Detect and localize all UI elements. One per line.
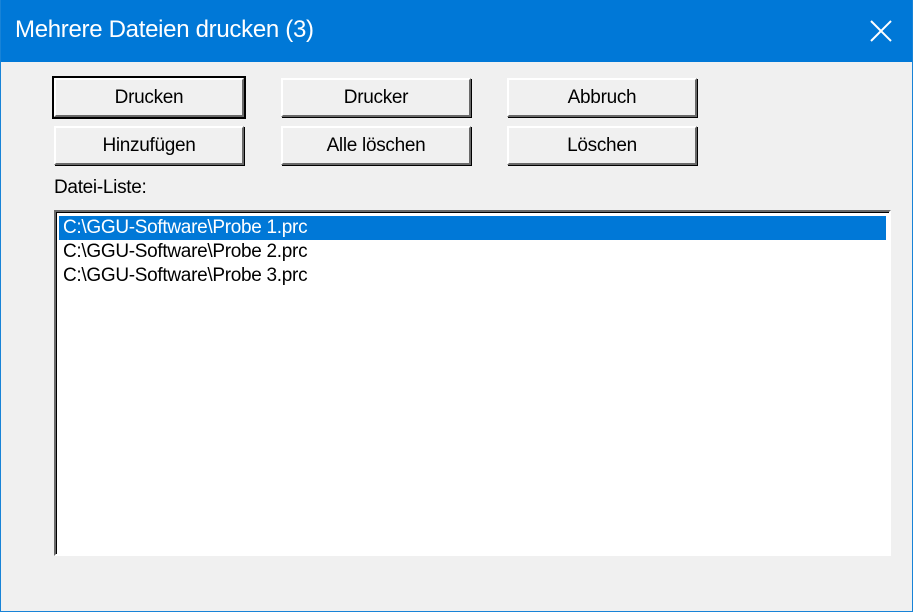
file-list-label: Datei-Liste: bbox=[54, 177, 147, 198]
print-button[interactable]: Drucken bbox=[52, 76, 246, 119]
window-title: Mehrere Dateien drucken (3) bbox=[15, 16, 314, 43]
file-list-item[interactable]: C:\GGU-Software\Probe 2.prc bbox=[59, 240, 886, 264]
delete-all-button[interactable]: Alle löschen bbox=[281, 126, 471, 165]
add-button[interactable]: Hinzufügen bbox=[54, 126, 244, 165]
file-list-item[interactable]: C:\GGU-Software\Probe 3.prc bbox=[59, 264, 886, 288]
close-icon bbox=[870, 20, 892, 42]
delete-button[interactable]: Löschen bbox=[507, 126, 697, 165]
title-bar[interactable]: Mehrere Dateien drucken (3) bbox=[1, 0, 912, 62]
printer-button[interactable]: Drucker bbox=[281, 78, 471, 117]
cancel-button[interactable]: Abbruch bbox=[507, 78, 697, 117]
print-multiple-files-dialog: Mehrere Dateien drucken (3) Drucken Druc… bbox=[0, 0, 913, 612]
close-button[interactable] bbox=[850, 0, 912, 62]
file-listbox[interactable]: C:\GGU-Software\Probe 1.prc C:\GGU-Softw… bbox=[54, 210, 891, 556]
file-list-item[interactable]: C:\GGU-Software\Probe 1.prc bbox=[59, 216, 886, 240]
